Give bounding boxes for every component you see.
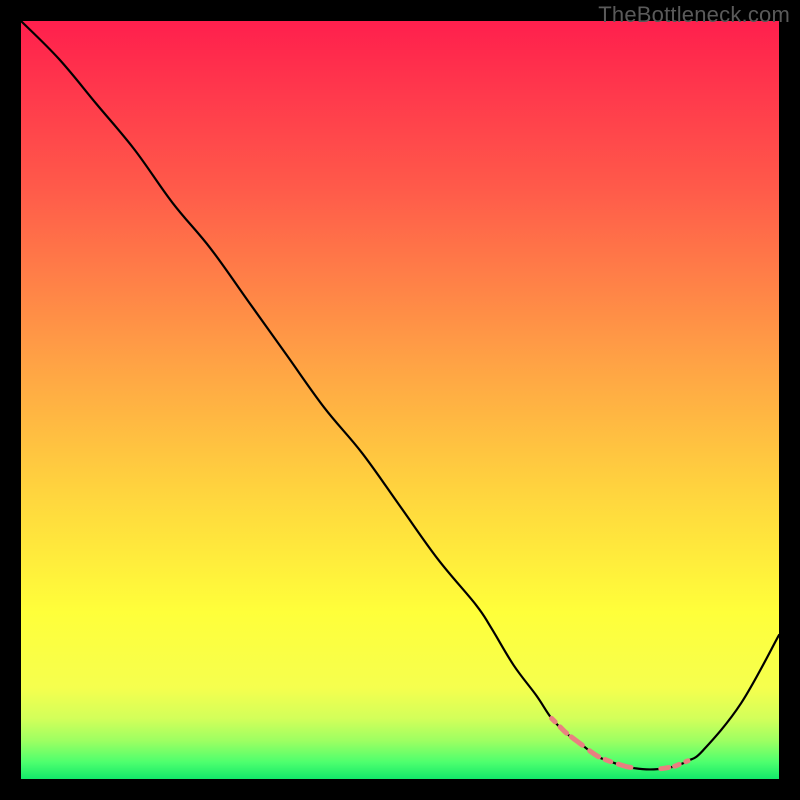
chart-frame: TheBottleneck.com [0, 0, 800, 800]
watermark-text: TheBottleneck.com [598, 2, 790, 28]
gradient-background [21, 21, 779, 779]
